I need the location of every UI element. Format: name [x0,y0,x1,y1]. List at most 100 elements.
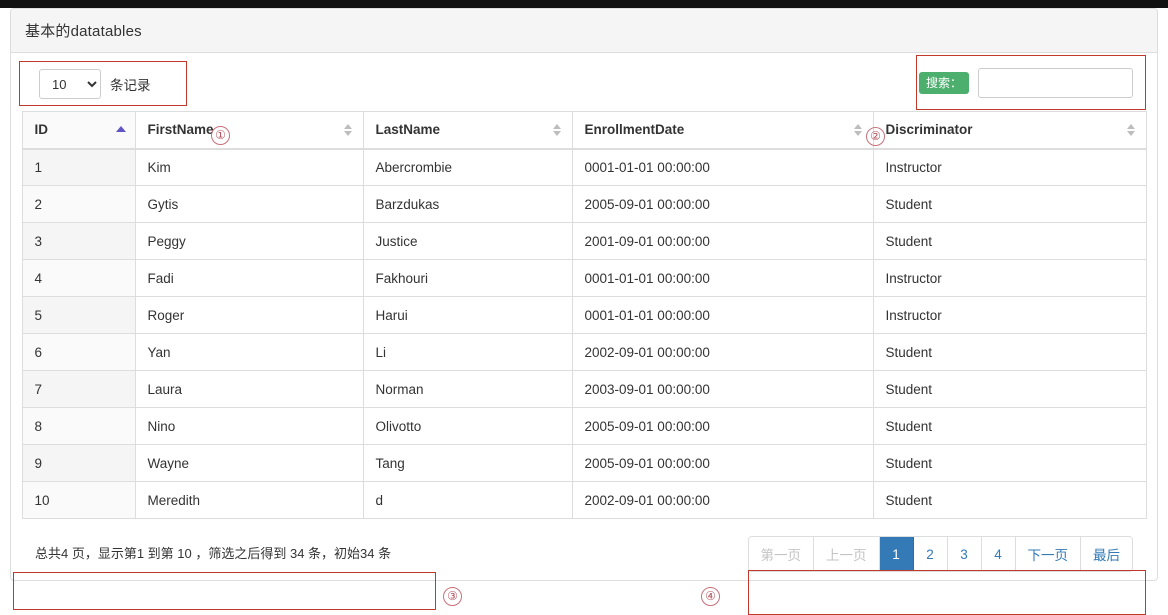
table-cell-enrollmentdate: 2002-09-01 00:00:00 [571,333,874,371]
panel-body: ① ② ③ ④ 102550100 条记录 搜索： [11,53,1157,615]
top-black-bar [0,0,1168,8]
table-cell-discriminator: Student [872,407,1147,445]
table-cell-id: 6 [21,333,136,371]
pagination-button-第一页: 第一页 [748,537,814,571]
column-header-label: ID [34,122,49,138]
table-cell-id: 1 [21,148,136,186]
table-cell-lastname: Fakhouri [362,259,573,297]
table-cell-id: 2 [21,185,136,223]
sort-both-icon[interactable] [1126,123,1136,137]
data-table: ID FirstName LastName EnrollmentDate Discrim… [21,111,1147,519]
column-header-firstname[interactable]: FirstName [134,111,364,150]
table-row: 3 Peggy Justice 2001-09-01 00:00:00 Student [21,222,1147,260]
sort-both-icon[interactable] [343,123,353,137]
pagination-button-2[interactable]: 2 [913,537,948,571]
table-cell-firstname: Laura [134,370,364,408]
table-cell-id: 9 [21,444,136,482]
panel-heading: 基本的datatables [11,9,1157,53]
table-cell-id: 7 [21,370,136,408]
annotation-marker-1: ① [211,126,230,145]
length-menu: 102550100 条记录 [39,69,151,99]
table-cell-discriminator: Student [872,481,1147,519]
table-body: 1 Kim Abercrombie 0001-01-01 00:00:00 Instru… [21,148,1147,519]
table-cell-lastname: Abercrombie [362,148,573,186]
table-row: 1 Kim Abercrombie 0001-01-01 00:00:00 Instru… [21,148,1147,186]
table-cell-lastname: Tang [362,444,573,482]
table-cell-id: 8 [21,407,136,445]
datatables-panel: 基本的datatables ① ② ③ ④ 102550100 条记录 搜索： [10,8,1158,615]
table-cell-firstname: Yan [134,333,364,371]
table-header-row: ID FirstName LastName EnrollmentDate Discrim… [21,111,1147,150]
table-cell-discriminator: Instructor [872,296,1147,334]
table-row: 6 Yan Li 2002-09-01 00:00:00 Student [21,333,1147,371]
table-row: 9 Wayne Tang 2005-09-01 00:00:00 Student [21,444,1147,482]
search-label: 搜索： [918,72,969,94]
table-cell-firstname: Gytis [134,185,364,223]
table-cell-id: 5 [21,296,136,334]
table-cell-discriminator: Student [872,444,1147,482]
table-cell-enrollmentdate: 2005-09-01 00:00:00 [571,444,874,482]
sort-both-icon[interactable] [552,123,562,137]
table-cell-enrollmentdate: 2003-09-01 00:00:00 [571,370,874,408]
page-title: 基本的datatables [25,23,142,40]
table-cell-enrollmentdate: 2002-09-01 00:00:00 [571,481,874,519]
table-cell-id: 3 [21,222,136,260]
table-cell-enrollmentdate: 0001-01-01 00:00:00 [571,148,874,186]
length-menu-label: 条记录 [110,78,151,93]
pagination-button-4[interactable]: 4 [981,537,1016,571]
search-filter: 搜索： [918,68,1133,98]
table-cell-firstname: Wayne [134,444,364,482]
table-cell-lastname: d [362,481,573,519]
table-cell-firstname: Roger [134,296,364,334]
column-header-id[interactable]: ID [21,111,136,150]
table-cell-lastname: Olivotto [362,407,573,445]
table-row: 5 Roger Harui 0001-01-01 00:00:00 Instructor [21,296,1147,334]
table-cell-firstname: Meredith [134,481,364,519]
table-row: 8 Nino Olivotto 2005-09-01 00:00:00 Student [21,407,1147,445]
table-info-text: 总共4 页，显示第1 到第 10 ，筛选之后得到 34 条，初始34 条 [35,546,392,561]
table-cell-enrollmentdate: 2005-09-01 00:00:00 [571,407,874,445]
table-cell-firstname: Peggy [134,222,364,260]
pagination-button-3[interactable]: 3 [947,537,982,571]
table-row: 7 Laura Norman 2003-09-01 00:00:00 Student [21,370,1147,408]
table-cell-discriminator: Student [872,370,1147,408]
table-cell-id: 10 [21,481,136,519]
table-row: 10 Meredith d 2002-09-01 00:00:00 Student [21,481,1147,519]
table-cell-enrollmentdate: 0001-01-01 00:00:00 [571,296,874,334]
table-cell-firstname: Fadi [134,259,364,297]
table-cell-enrollmentdate: 2001-09-01 00:00:00 [571,222,874,260]
table-row: 2 Gytis Barzdukas 2005-09-01 00:00:00 Studen… [21,185,1147,223]
table-cell-enrollmentdate: 0001-01-01 00:00:00 [571,259,874,297]
table-cell-id: 4 [21,259,136,297]
table-row: 4 Fadi Fakhouri 0001-01-01 00:00:00 Instruct… [21,259,1147,297]
page-length-select[interactable]: 102550100 [39,69,101,99]
table-cell-enrollmentdate: 2005-09-01 00:00:00 [571,185,874,223]
sort-both-icon[interactable] [853,123,863,137]
pagination-button-下一页[interactable]: 下一页 [1015,537,1081,571]
sort-ascending-icon[interactable] [115,123,126,137]
table-cell-discriminator: Student [872,333,1147,371]
column-header-discriminator[interactable]: Discriminator [872,111,1147,150]
table-cell-lastname: Norman [362,370,573,408]
annotation-marker-2: ② [866,127,885,146]
table-cell-discriminator: Instructor [872,148,1147,186]
pagination-button-1[interactable]: 1 [879,537,914,571]
column-header-lastname[interactable]: LastName [362,111,573,150]
table-header: ID FirstName LastName EnrollmentDate Discrim… [21,111,1147,150]
table-cell-lastname: Harui [362,296,573,334]
table-cell-firstname: Kim [134,148,364,186]
column-header-label: Discriminator [885,122,973,138]
pagination-button-上一页: 上一页 [814,537,880,571]
column-header-enrollmentdate[interactable]: EnrollmentDate [571,111,874,150]
table-cell-discriminator: Student [872,185,1147,223]
pagination-button-最后[interactable]: 最后 [1081,537,1132,571]
search-input[interactable] [978,68,1133,98]
table-cell-lastname: Justice [362,222,573,260]
table-cell-lastname: Li [362,333,573,371]
table-cell-firstname: Nino [134,407,364,445]
table-cell-lastname: Barzdukas [362,185,573,223]
table-controls-row: 102550100 条记录 搜索： [21,59,1147,111]
pagination: 第一页 上一页 1 2 3 4 下一页 最后 [747,536,1133,572]
table-cell-discriminator: Instructor [872,259,1147,297]
column-header-label: FirstName [147,122,214,138]
